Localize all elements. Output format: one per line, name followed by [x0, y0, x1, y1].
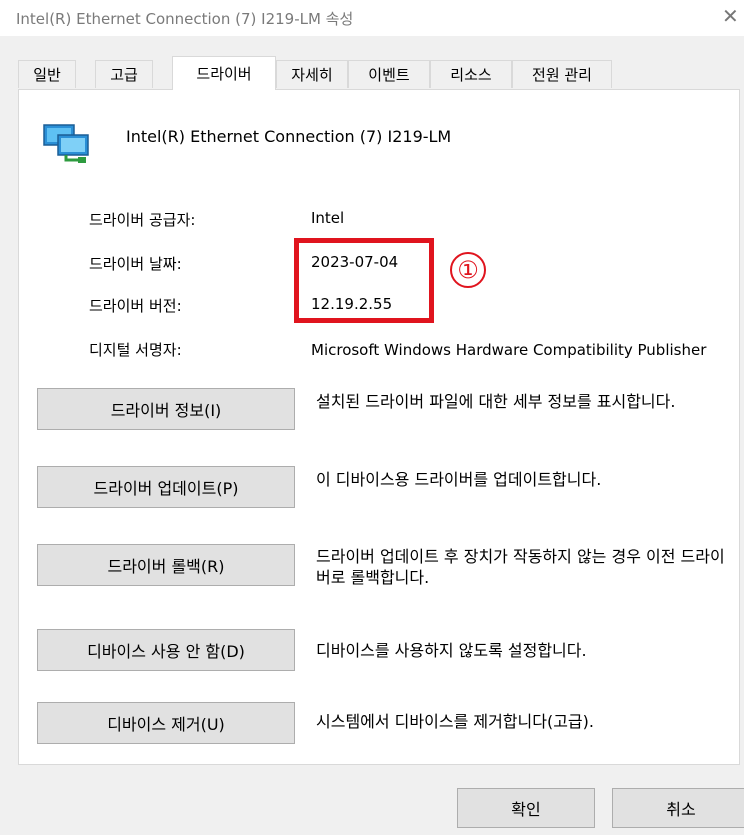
digital-signer-label: 디지털 서명자:: [89, 341, 182, 359]
annotation-number: ①: [450, 252, 486, 288]
uninstall-device-button[interactable]: 디바이스 제거(U): [37, 702, 295, 744]
window-title: Intel(R) Ethernet Connection (7) I219-LM…: [16, 10, 354, 28]
disable-device-description: 디바이스를 사용하지 않도록 설정합니다.: [316, 641, 587, 660]
digital-signer-value: Microsoft Windows Hardware Compatibility…: [311, 341, 707, 359]
driver-details-description: 설치된 드라이버 파일에 대한 세부 정보를 표시합니다.: [316, 392, 676, 411]
tab-events[interactable]: 이벤트: [348, 60, 430, 88]
update-driver-description: 이 디바이스용 드라이버를 업데이트합니다.: [316, 470, 602, 489]
cancel-button[interactable]: 취소: [612, 788, 744, 828]
roll-back-driver-button[interactable]: 드라이버 롤백(R): [37, 544, 295, 586]
device-name: Intel(R) Ethernet Connection (7) I219-LM: [126, 127, 452, 146]
tab-details[interactable]: 자세히: [276, 60, 348, 88]
tab-general[interactable]: 일반: [18, 60, 76, 88]
ok-button[interactable]: 확인: [457, 788, 595, 828]
driver-provider-value: Intel: [311, 209, 345, 227]
network-adapter-icon: [43, 124, 89, 163]
title-bar: Intel(R) Ethernet Connection (7) I219-LM…: [0, 0, 744, 36]
close-icon[interactable]: ✕: [722, 4, 739, 28]
update-driver-button[interactable]: 드라이버 업데이트(P): [37, 466, 295, 508]
driver-version-label: 드라이버 버전:: [89, 297, 182, 315]
tab-power-management[interactable]: 전원 관리: [512, 60, 612, 88]
driver-tab-panel: Intel(R) Ethernet Connection (7) I219-LM…: [18, 89, 740, 765]
disable-device-button[interactable]: 디바이스 사용 안 함(D): [37, 629, 295, 671]
tab-driver[interactable]: 드라이버: [172, 56, 276, 90]
highlight-box: [294, 238, 434, 323]
tab-resources[interactable]: 리소스: [430, 60, 512, 88]
tab-advanced[interactable]: 고급: [95, 60, 153, 88]
driver-provider-label: 드라이버 공급자:: [89, 211, 196, 229]
driver-date-label: 드라이버 날짜:: [89, 255, 182, 273]
roll-back-driver-description: 드라이버 업데이트 후 장치가 작동하지 않는 경우 이전 드라이버로 롤백합니…: [316, 547, 725, 587]
driver-details-button[interactable]: 드라이버 정보(I): [37, 388, 295, 430]
uninstall-device-description: 시스템에서 디바이스를 제거합니다(고급).: [316, 712, 594, 731]
